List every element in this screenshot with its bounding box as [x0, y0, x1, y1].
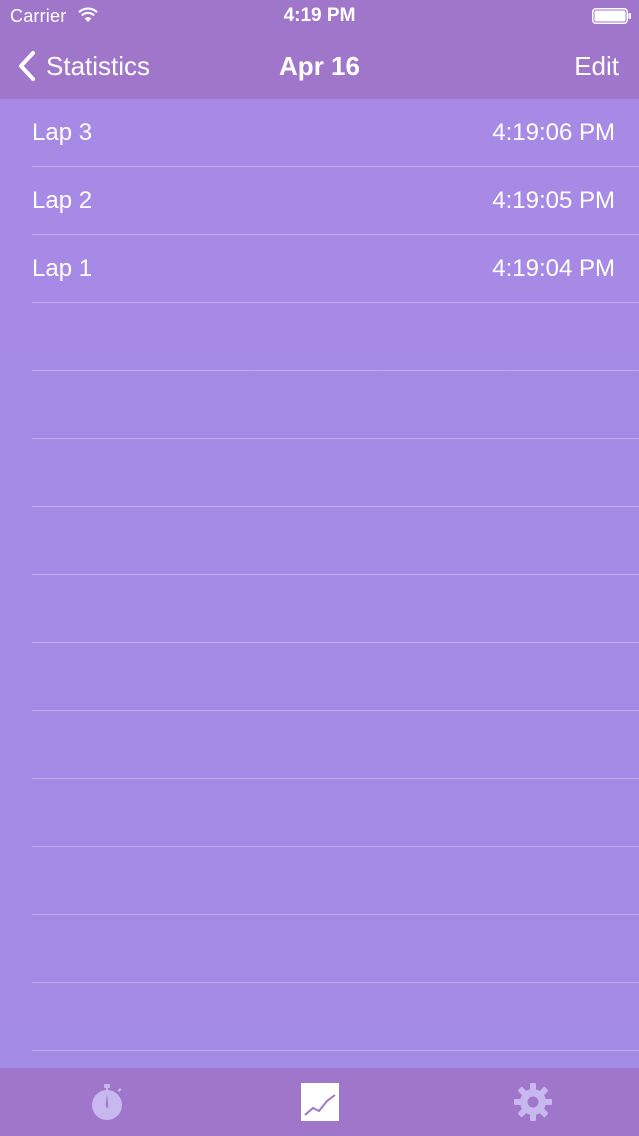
lap-time: 4:19:05 PM [492, 187, 615, 214]
empty-row [32, 847, 639, 915]
navigation-bar: Statistics Apr 16 Edit [0, 34, 639, 99]
empty-row [32, 643, 639, 711]
screen: Carrier 4:19 PM Statistics Apr 16 Edit L… [0, 0, 639, 1136]
chart-icon [300, 1083, 339, 1121]
lap-time: 4:19:06 PM [492, 119, 615, 146]
lap-time: 4:19:04 PM [492, 255, 615, 282]
tab-settings[interactable] [426, 1068, 639, 1136]
stopwatch-icon [91, 1084, 122, 1120]
lap-row[interactable]: Lap 2 4:19:05 PM [32, 167, 639, 235]
empty-row [32, 303, 639, 371]
top-bar: Carrier 4:19 PM Statistics Apr 16 Edit [0, 0, 639, 99]
empty-row [32, 983, 639, 1051]
lap-row[interactable]: Lap 3 4:19:06 PM [32, 99, 639, 167]
back-button[interactable]: Statistics [16, 48, 150, 84]
lap-name: Lap 1 [32, 255, 93, 282]
empty-row [32, 779, 639, 847]
status-bar: Carrier 4:19 PM [0, 0, 639, 34]
empty-row [32, 439, 639, 507]
lap-name: Lap 2 [32, 187, 93, 214]
empty-row [32, 371, 639, 439]
tab-stopwatch[interactable] [0, 1068, 213, 1136]
chevron-left-icon [19, 51, 35, 81]
lap-row[interactable]: Lap 1 4:19:04 PM [32, 235, 639, 303]
tab-statistics[interactable] [213, 1068, 426, 1136]
laps-list: Lap 3 4:19:06 PM Lap 2 4:19:05 PM Lap 1 … [0, 99, 639, 1068]
lap-name: Lap 3 [32, 119, 93, 146]
gear-icon [513, 1083, 552, 1121]
empty-row [32, 711, 639, 779]
empty-row [32, 915, 639, 983]
status-time: 4:19 PM [283, 5, 356, 26]
empty-row [32, 507, 639, 575]
edit-button[interactable]: Edit [574, 51, 619, 82]
battery-icon [592, 8, 631, 24]
back-label: Statistics [46, 50, 151, 81]
tab-bar [0, 1068, 639, 1136]
empty-row [32, 575, 639, 643]
